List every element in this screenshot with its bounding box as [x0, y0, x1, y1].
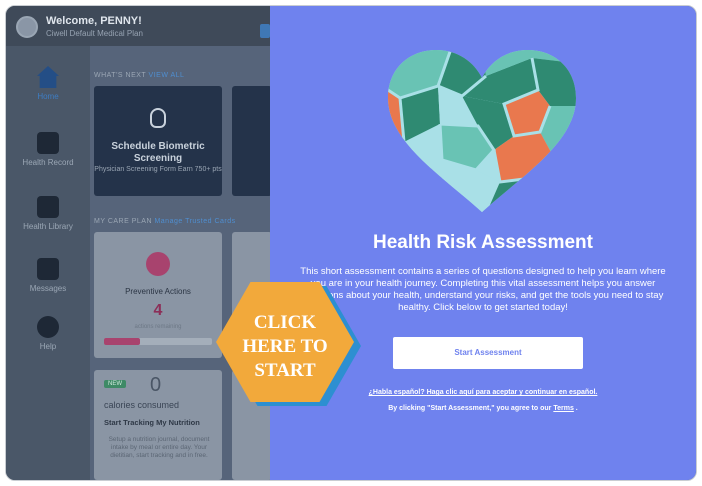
nav-label: Help [39, 342, 57, 351]
nav-label: Health Record [22, 158, 74, 167]
nutrition-description: Setup a nutrition journal, document inta… [108, 436, 210, 459]
home-icon [37, 66, 59, 88]
preventive-actions-card[interactable]: Preventive Actions 4 actions remaining [94, 232, 222, 358]
view-all-link[interactable]: VIEW ALL [149, 72, 185, 79]
agreement-suffix: . [575, 405, 578, 412]
assessment-panel: Health Risk Assessment This short assess… [270, 6, 696, 480]
whats-next-heading: WHAT'S NEXT VIEW ALL [94, 72, 184, 79]
assessment-title: Health Risk Assessment [372, 232, 593, 253]
inbox-icon [37, 258, 59, 280]
biometric-title: Schedule Biometric Screening [111, 141, 205, 164]
nutrition-card[interactable]: NEW 0 calories consumed Start Tracking M… [94, 370, 222, 480]
nav-label: Home [37, 92, 59, 101]
callout-line-2: HERE TO [242, 336, 328, 357]
welcome-text: Welcome, PENNY! [46, 15, 142, 27]
nav-item-health-record[interactable]: Health Record [6, 132, 90, 167]
preventive-subtitle: actions remaining [134, 324, 182, 330]
nav-label: Health Library [23, 222, 73, 231]
new-badge: NEW [104, 380, 126, 388]
calories-label: calories consumed [104, 400, 180, 410]
top-bar: Welcome, PENNY! Ciwell Default Medical P… [6, 6, 270, 46]
callout-line-1: CLICK [253, 312, 317, 333]
nav-label: Messages [29, 284, 67, 293]
background-app: Welcome, PENNY! Ciwell Default Medical P… [6, 6, 272, 480]
preventive-progress-fill [104, 338, 140, 345]
nav-item-help[interactable]: Help [6, 316, 90, 351]
nutrition-title: Start Tracking My Nutrition [104, 418, 200, 427]
nav-item-messages[interactable]: Messages [6, 258, 90, 293]
logo-icon [260, 24, 270, 38]
calorie-count: 0 [150, 374, 162, 396]
next-card-partial[interactable] [232, 86, 272, 196]
avatar[interactable] [16, 16, 38, 38]
plan-name: Ciwell Default Medical Plan [46, 29, 143, 38]
click-here-callout[interactable]: CLICK HERE TO START [216, 282, 361, 406]
nav-item-home[interactable]: Home [6, 66, 90, 101]
assessment-description: This short assessment contains a series … [300, 266, 666, 313]
preventive-progress [104, 338, 212, 345]
biometric-subtitle: Physician Screening Form Earn 750+ pts [94, 166, 222, 173]
calendar-icon [146, 252, 170, 276]
info-icon [37, 316, 59, 338]
book-icon [37, 196, 59, 218]
agreement-text: By clicking "Start Assessment," you agre… [388, 405, 552, 412]
care-plan-label: MY CARE PLAN [94, 218, 152, 225]
preventive-label: Preventive Actions [125, 287, 191, 296]
callout-line-3: START [254, 360, 316, 381]
preventive-count: 4 [153, 302, 163, 319]
care-plan-heading: MY CARE PLAN Manage Trusted Cards [94, 218, 236, 225]
side-navigation: Home Health Record Health Library Messag… [6, 46, 90, 480]
browser-frame: Welcome, PENNY! Ciwell Default Medical P… [5, 5, 697, 481]
biometric-card[interactable]: Schedule Biometric Screening Physician S… [94, 86, 222, 196]
whats-next-label: WHAT'S NEXT [94, 72, 147, 79]
dashboard-main: WHAT'S NEXT VIEW ALL Schedule Biometric … [90, 46, 272, 480]
medical-record-icon [37, 132, 59, 154]
terms-agreement: By clicking "Start Assessment," you agre… [270, 405, 696, 412]
start-assessment-button[interactable]: Start Assessment [393, 337, 583, 369]
nav-item-health-library[interactable]: Health Library [6, 196, 90, 231]
manage-cards-link[interactable]: Manage Trusted Cards [154, 218, 235, 225]
terms-link[interactable]: Terms [553, 405, 574, 412]
fingerprint-icon [150, 108, 166, 128]
heart-mosaic-icon [388, 50, 576, 212]
